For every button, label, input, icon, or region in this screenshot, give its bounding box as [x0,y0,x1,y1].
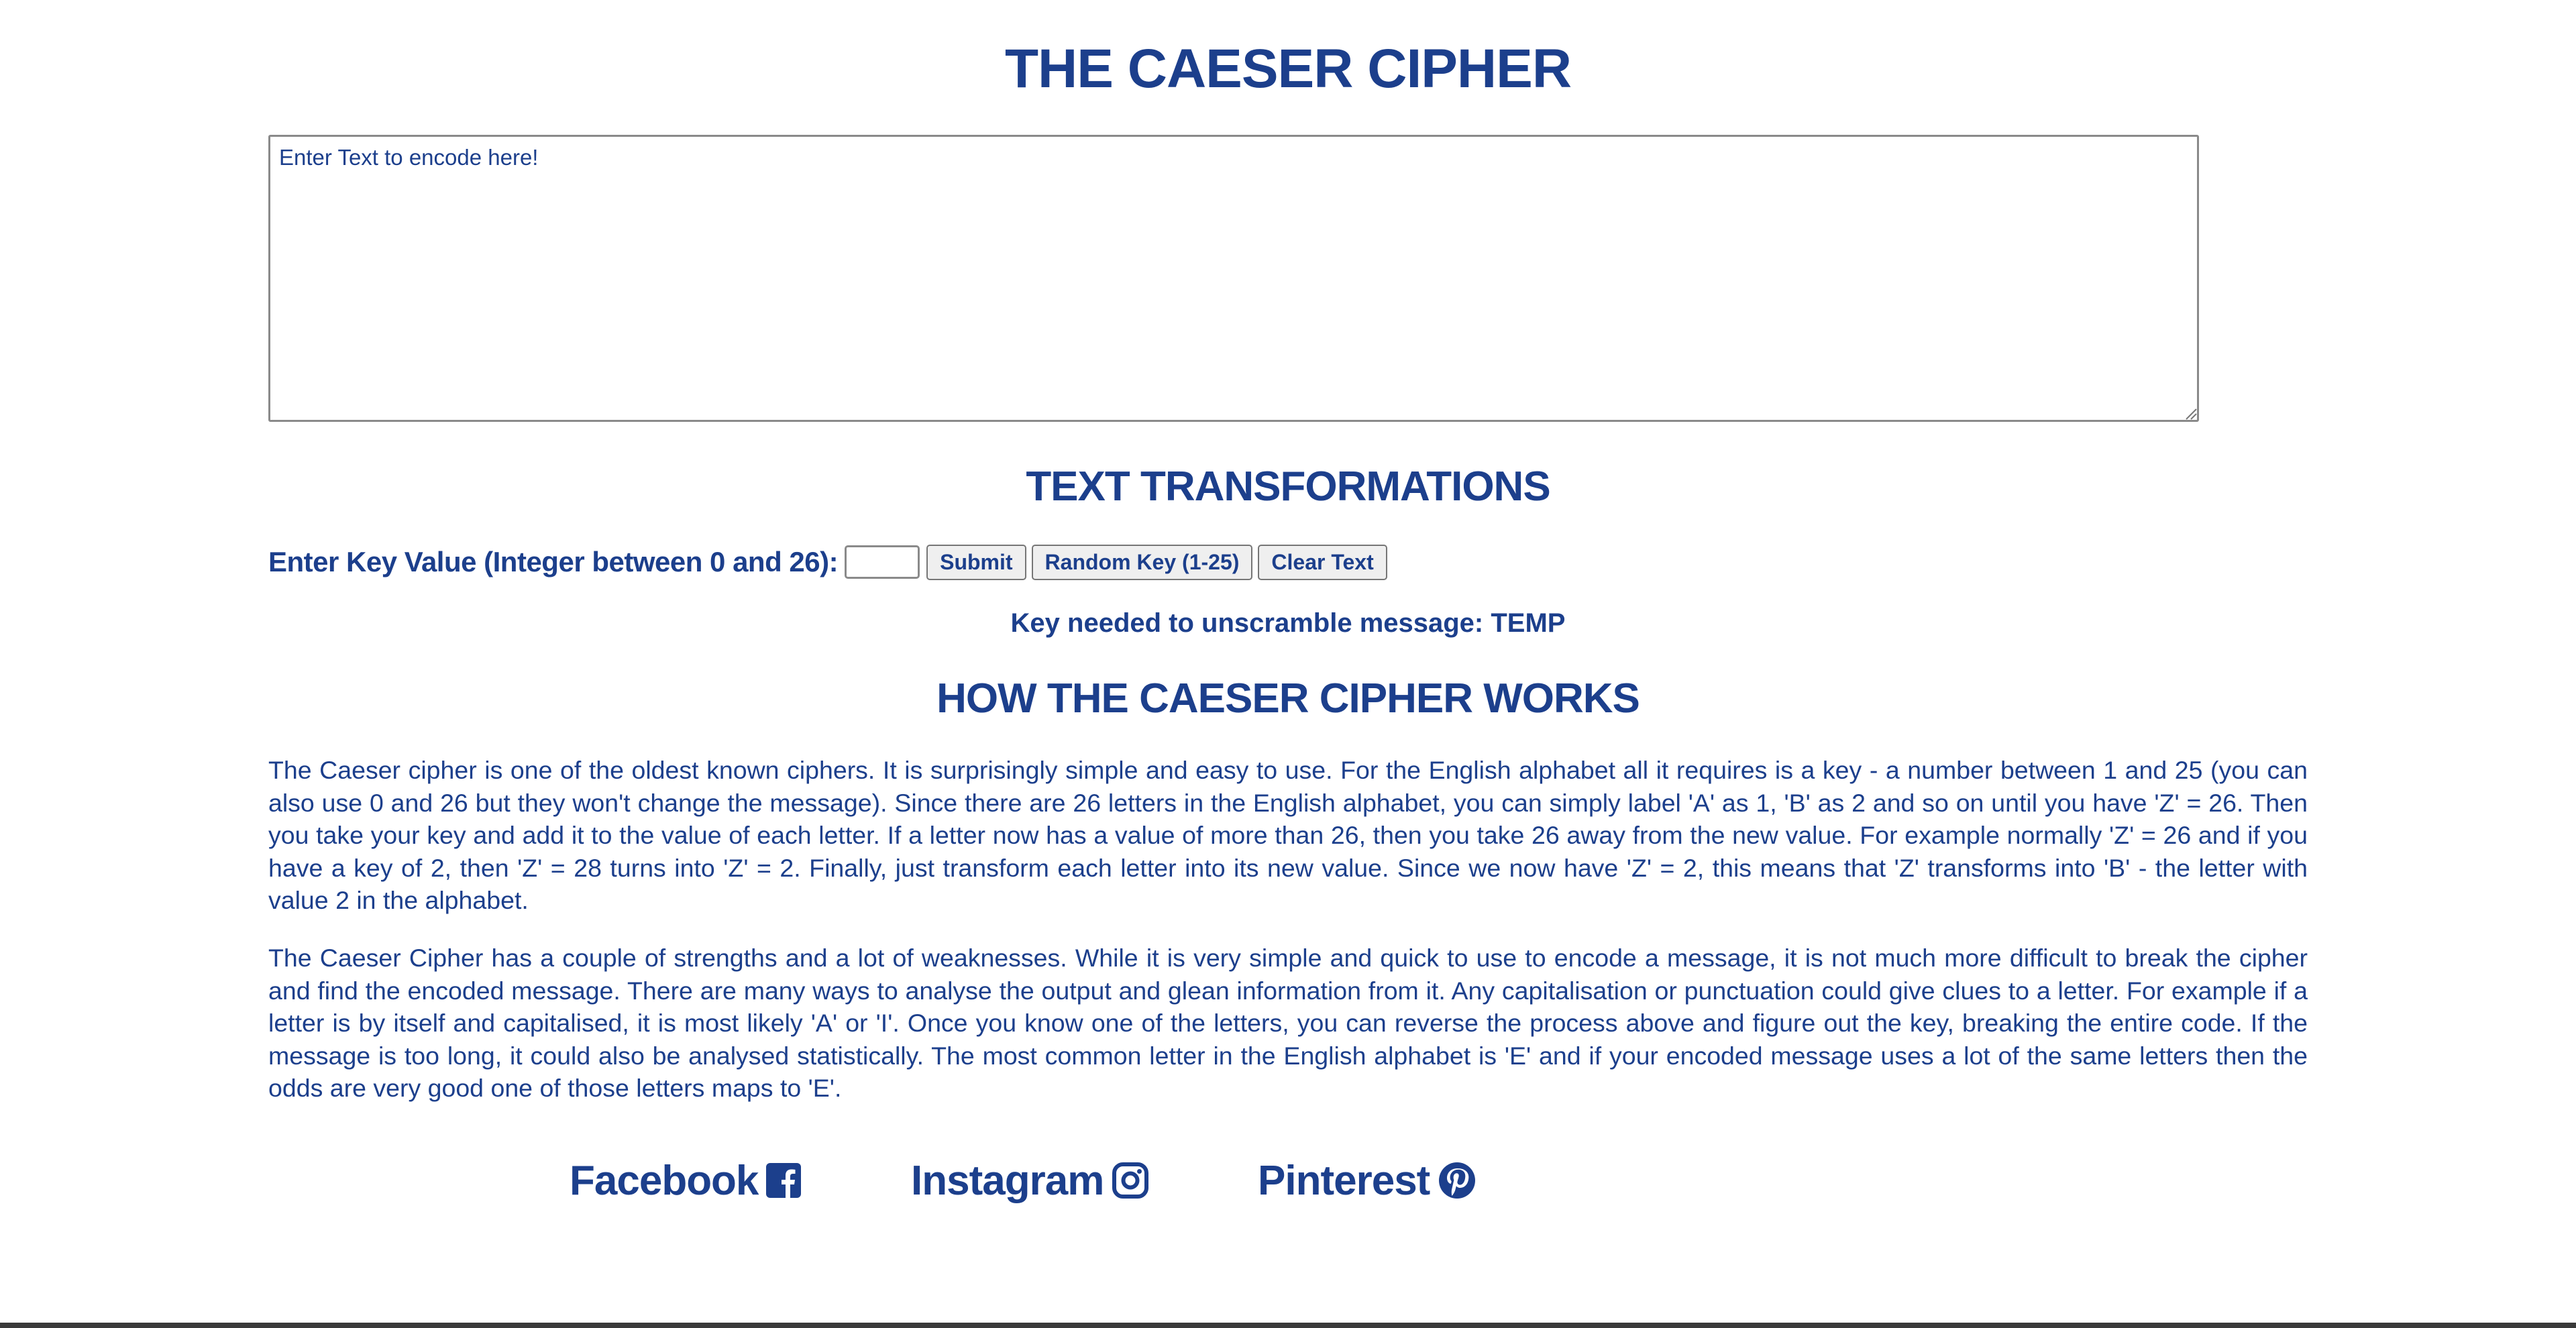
explanation-paragraph: The Caeser cipher is one of the oldest k… [268,756,2308,914]
facebook-square-icon [766,1163,802,1198]
key-value-label: Enter Key Value (Integer between 0 and 2… [268,546,839,577]
clear-text-button[interactable]: Clear Text [1258,544,1387,580]
weaknesses-paragraph: The Caeser Cipher has a couple of streng… [268,944,2308,1102]
bottom-bar [0,1323,2576,1328]
key-controls: Enter Key Value (Integer between 0 and 2… [268,542,1393,582]
random-key-button[interactable]: Random Key (1-25) [1031,544,1253,580]
instagram-link[interactable]: Instagram [911,1154,1149,1207]
instagram-icon [1112,1162,1149,1199]
key-value-input[interactable] [845,545,920,579]
pinterest-link[interactable]: Pinterest [1258,1154,1477,1207]
facebook-link[interactable]: Facebook [570,1154,802,1207]
key-needed-text: Key needed to unscramble message: TEMP [1010,608,1566,638]
transformations-heading: TEXT TRANSFORMATIONS [1026,463,1550,510]
submit-button[interactable]: Submit [926,544,1026,580]
pinterest-icon [1439,1162,1476,1199]
encode-text-input[interactable] [268,135,2199,422]
how-it-works-heading: HOW THE CAESER CIPHER WORKS [936,675,1640,722]
page-title: THE CAESER CIPHER [1004,38,1572,99]
resize-grip-icon[interactable] [2184,406,2197,420]
facebook-label: Facebook [570,1157,759,1204]
pinterest-label: Pinterest [1258,1157,1430,1204]
instagram-label: Instagram [911,1157,1104,1204]
